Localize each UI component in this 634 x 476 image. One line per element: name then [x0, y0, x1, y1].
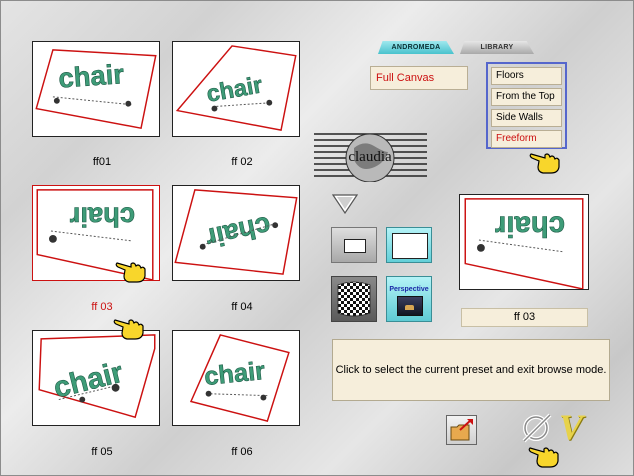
thumbnail-ff02[interactable]: chair	[172, 41, 300, 137]
thumbnail-ff01[interactable]: chair	[32, 41, 160, 137]
accept-button[interactable]: V	[557, 406, 587, 447]
thumbnail-label-ff01: ff01	[92, 156, 112, 168]
hand-pointer-icon	[115, 262, 146, 283]
preset-browser-window: chair ff01 chair ff 02 chair ff 03 chair	[0, 0, 634, 476]
preview-chair-text: chair	[495, 210, 565, 243]
landscape-icon	[397, 296, 423, 316]
folder-icon	[450, 419, 473, 441]
perspective-label: Perspective	[389, 286, 429, 293]
perspective-button[interactable]: Perspective	[386, 276, 432, 322]
triangle-down-icon[interactable]	[332, 194, 358, 214]
menu-item-floors[interactable]: Floors	[491, 67, 562, 85]
rect-frame-button[interactable]	[386, 227, 432, 263]
hand-pointer-icon	[529, 153, 560, 174]
menu-item-from-the-top[interactable]: From the Top	[491, 88, 562, 106]
tab-andromeda[interactable]: ANDROMEDA	[378, 41, 454, 54]
hand-pointer-icon	[528, 447, 559, 468]
rectangle-icon	[344, 239, 366, 253]
checkmark-icon: V	[559, 407, 584, 447]
distort-grid-button[interactable]	[331, 276, 377, 322]
open-folder-button[interactable]	[446, 415, 477, 445]
thumbnail-ff06[interactable]: chair	[172, 330, 300, 426]
thumbnail-ff04[interactable]: chair	[172, 185, 300, 281]
preset-preview: chair	[459, 194, 589, 290]
preset-category-menu: Floors From the Top Side Walls Freeform	[486, 62, 567, 149]
preview-name: ff 03	[461, 308, 588, 327]
thumbnail-ff05[interactable]: chair	[32, 330, 160, 426]
rectangle-icon	[392, 233, 428, 259]
full-canvas-button[interactable]: Full Canvas	[370, 66, 468, 90]
menu-item-side-walls[interactable]: Side Walls	[491, 109, 562, 127]
thumb-chair-text: chair	[57, 58, 125, 94]
claudia-logo: claudia	[314, 133, 427, 182]
hand-pointer-icon	[113, 319, 144, 340]
rect-shape-button[interactable]	[331, 227, 377, 263]
tab-library[interactable]: LIBRARY	[460, 41, 534, 54]
status-message: Click to select the current preset and e…	[332, 339, 610, 401]
thumbnail-label-ff06: ff 06	[231, 446, 253, 458]
thumbnail-label-ff05: ff 05	[91, 446, 113, 458]
thumbnail-label-ff02: ff 02	[231, 156, 253, 168]
thumbnail-label-ff04: ff 04	[231, 301, 253, 313]
thumbnail-label-ff03: ff 03	[91, 301, 113, 313]
thumb-chair-text: chair	[69, 202, 135, 233]
checkerboard-icon	[337, 281, 371, 317]
logo-text: claudia	[348, 149, 392, 165]
